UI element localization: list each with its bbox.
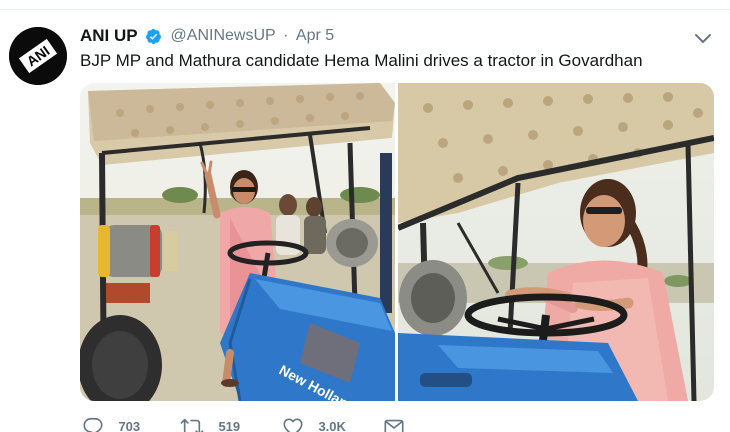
photo-right[interactable] — [398, 83, 714, 401]
tweet-media: New Holland — [80, 83, 714, 401]
retweet-icon — [180, 418, 204, 432]
retweet-button[interactable]: 519 — [180, 416, 240, 432]
tractor-photo-right — [398, 83, 714, 401]
like-button[interactable]: 3.0K — [282, 416, 346, 432]
tweet-text: BJP MP and Mathura candidate Hema Malini… — [80, 51, 643, 70]
tweet-date[interactable]: Apr 5 — [296, 27, 334, 45]
direct-message-button[interactable] — [383, 416, 405, 432]
chevron-down-icon[interactable] — [694, 31, 712, 45]
ani-logo-icon: ANI — [9, 27, 67, 85]
header-separator: · — [283, 27, 289, 44]
reply-button[interactable]: 703 — [82, 416, 140, 432]
envelope-icon — [384, 419, 404, 432]
photo-left[interactable]: New Holland — [80, 83, 395, 401]
verified-badge-icon — [146, 28, 162, 44]
tweet-header: ANI UP @ANINewsUP · Apr 5 — [80, 26, 334, 46]
author-name[interactable]: ANI UP — [80, 26, 138, 46]
tweet-actions: 703 519 3.0K — [80, 416, 680, 432]
author-handle[interactable]: @ANINewsUP — [171, 27, 276, 45]
reply-count: 703 — [118, 419, 141, 432]
heart-icon — [283, 418, 303, 432]
reply-icon — [83, 417, 103, 432]
like-count: 3.0K — [318, 419, 346, 432]
retweet-count: 519 — [218, 419, 241, 432]
avatar[interactable]: ANI — [9, 27, 67, 85]
top-divider — [0, 9, 730, 10]
tractor-photo-left: New Holland — [80, 83, 395, 401]
